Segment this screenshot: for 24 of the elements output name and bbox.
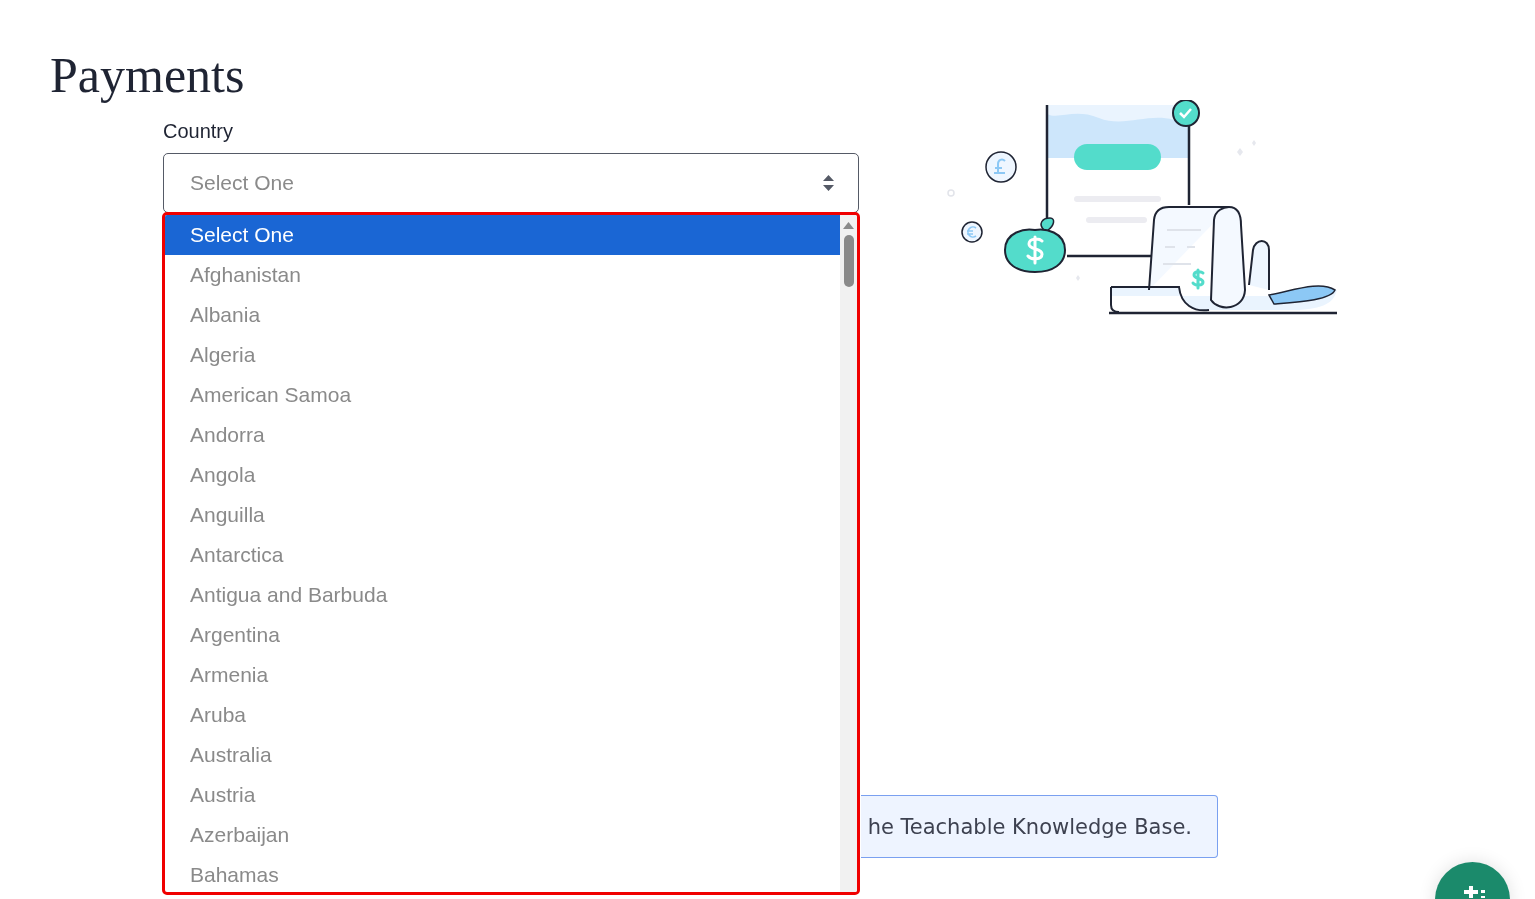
scrollbar[interactable] — [840, 215, 857, 892]
dropdown-option[interactable]: Albania — [165, 295, 840, 335]
dropdown-option[interactable]: Andorra — [165, 415, 840, 455]
notice-text: he Teachable Knowledge Base. — [867, 814, 1192, 839]
dropdown-option[interactable]: Angola — [165, 455, 840, 495]
dropdown-option[interactable]: Argentina — [165, 615, 840, 655]
scroll-up-icon[interactable] — [843, 222, 854, 229]
dropdown-option[interactable]: Azerbaijan — [165, 815, 840, 855]
dropdown-option[interactable]: Bahamas — [165, 855, 840, 892]
dropdown-option[interactable]: Armenia — [165, 655, 840, 695]
dropdown-option[interactable]: American Samoa — [165, 375, 840, 415]
dropdown-option[interactable]: Select One — [165, 215, 840, 255]
page-title: Payments — [50, 46, 245, 105]
field-label: Country — [163, 120, 234, 142]
sort-arrows-icon — [823, 175, 834, 191]
dropdown-option[interactable]: Austria — [165, 775, 840, 815]
dropdown-option[interactable]: Antarctica — [165, 535, 840, 575]
dropdown-option[interactable]: Afghanistan — [165, 255, 840, 295]
dropdown-option[interactable]: Aruba — [165, 695, 840, 735]
dropdown-option[interactable]: Algeria — [165, 335, 840, 375]
dropdown-option[interactable]: Australia — [165, 735, 840, 775]
dropdown-option[interactable]: Anguilla — [165, 495, 840, 535]
dropdown-option[interactable]: Antigua and Barbuda — [165, 575, 840, 615]
scrollbar-thumb[interactable] — [843, 235, 854, 287]
